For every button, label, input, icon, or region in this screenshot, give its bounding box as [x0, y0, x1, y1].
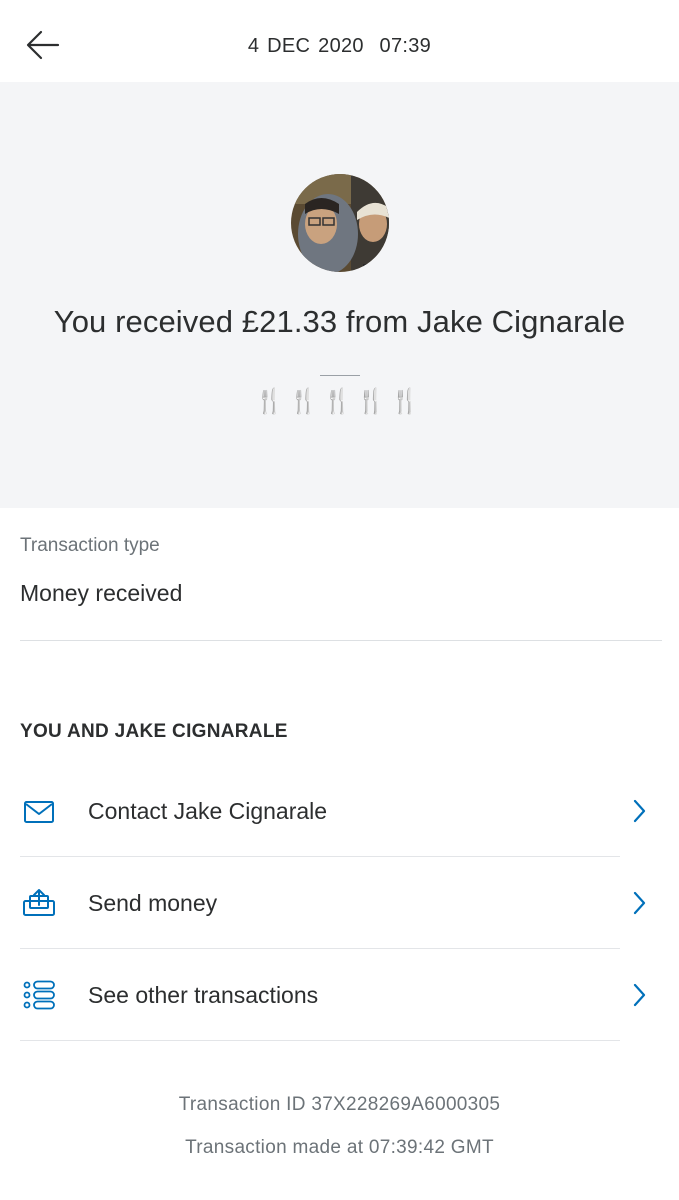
payment-note: 🍴🍴🍴🍴🍴	[254, 388, 425, 415]
contact-row[interactable]: Contact Jake Cignarale	[0, 765, 679, 857]
send-money-row[interactable]: Send money	[0, 857, 679, 949]
transaction-id: Transaction ID 37X228269A6000305	[178, 1094, 501, 1115]
divider	[20, 640, 662, 641]
list-icon	[22, 979, 56, 1011]
top-bar: 4 DEC 2020 07:39	[0, 0, 679, 82]
received-amount-title: You received £21.33 from Jake Cignarale	[53, 304, 626, 339]
send-money-icon	[22, 887, 56, 919]
chevron-right-icon	[630, 798, 648, 824]
other-transactions-row[interactable]: See other transactions	[0, 949, 679, 1041]
transaction-type-label: Transaction type	[20, 535, 160, 556]
send-money-label: Send money	[88, 890, 218, 916]
contact-label: Contact Jake Cignarale	[88, 798, 328, 824]
chevron-right-icon	[630, 982, 648, 1008]
other-transactions-label: See other transactions	[88, 982, 319, 1008]
divider	[320, 375, 360, 376]
avatar[interactable]	[291, 174, 389, 272]
divider	[20, 1040, 620, 1041]
transaction-summary: You received £21.33 from Jake Cignarale …	[0, 82, 679, 508]
avatar-photo	[291, 174, 389, 272]
transaction-time: Transaction made at 07:39:42 GMT	[185, 1137, 494, 1158]
transaction-datetime: 4 DEC 2020 07:39	[247, 35, 432, 57]
chevron-right-icon	[630, 890, 648, 916]
envelope-icon	[22, 796, 56, 828]
transaction-type-value: Money received	[20, 580, 183, 606]
section-heading: YOU AND JAKE CIGNARALE	[20, 721, 288, 742]
